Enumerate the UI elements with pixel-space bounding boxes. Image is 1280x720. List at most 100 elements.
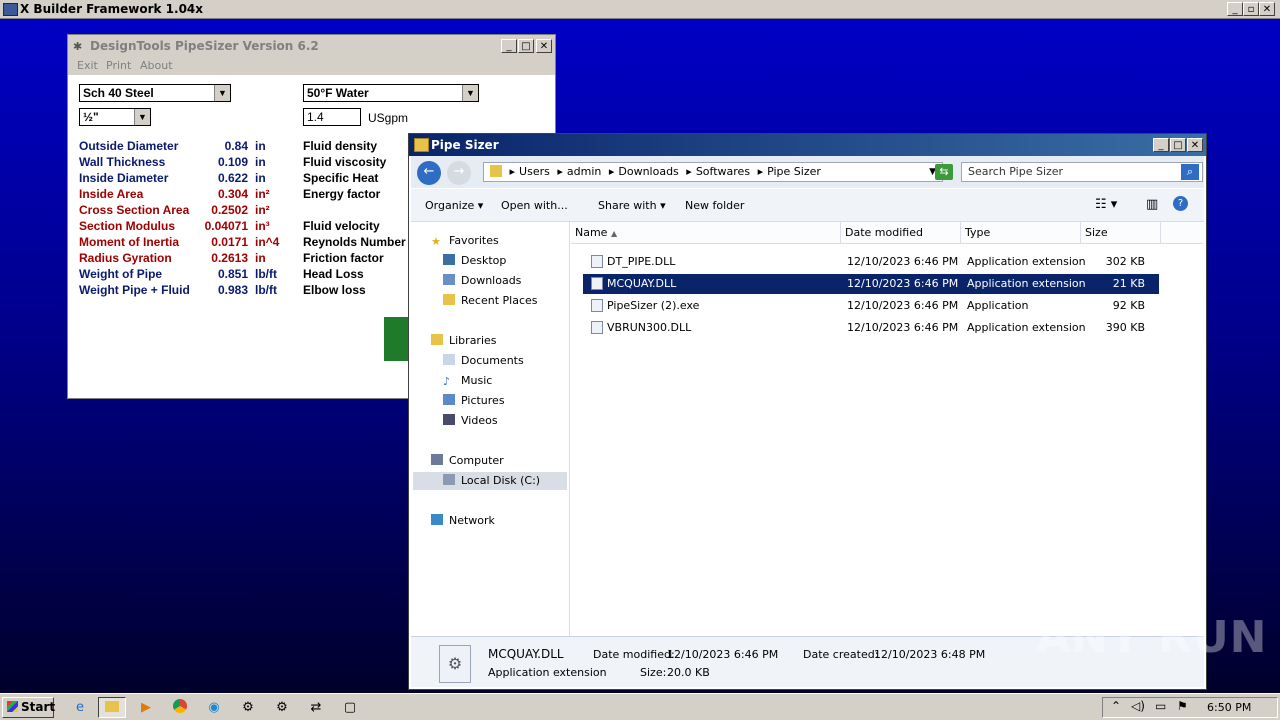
volume-icon[interactable]: ◁) bbox=[1131, 699, 1145, 713]
file-date-modified: 12/10/2023 6:46 PM bbox=[847, 321, 959, 334]
file-row[interactable]: VBRUN300.DLL 12/10/2023 6:46 PM Applicatio… bbox=[583, 318, 1159, 338]
open-with-button[interactable]: Open with... bbox=[501, 199, 568, 212]
file-type: Application bbox=[967, 299, 1029, 312]
property-value: 0.109 bbox=[217, 155, 248, 169]
nav-music[interactable]: ♪ Music bbox=[443, 372, 492, 390]
file-row[interactable]: DT_PIPE.DLL 12/10/2023 6:46 PM Application… bbox=[583, 252, 1159, 272]
nav-pictures[interactable]: Pictures bbox=[443, 392, 505, 410]
clock[interactable]: 6:50 PM bbox=[1207, 701, 1251, 714]
libraries-icon bbox=[431, 334, 443, 345]
breadcrumb-admin[interactable]: admin bbox=[567, 165, 601, 178]
fluid-select[interactable]: 50°F Water ▼ bbox=[303, 84, 479, 102]
preview-pane-icon[interactable]: ▥ bbox=[1146, 197, 1158, 212]
nav-network[interactable]: Network bbox=[431, 512, 495, 530]
breadcrumb-users[interactable]: Users bbox=[519, 165, 550, 178]
property-label: Inside Area bbox=[79, 187, 144, 201]
start-button[interactable]: Start bbox=[2, 697, 55, 718]
details-date-modified-label: Date modified: bbox=[593, 648, 675, 661]
app-title-bar: X Builder Framework 1.04x _ ▫ ✕ bbox=[0, 0, 1280, 19]
search-input[interactable]: Search Pipe Sizer bbox=[961, 162, 1203, 182]
help-icon[interactable]: ? bbox=[1173, 196, 1188, 211]
ie-icon[interactable]: e bbox=[66, 697, 94, 718]
property-unit: in bbox=[255, 155, 266, 169]
forward-arrow-icon[interactable]: → bbox=[447, 161, 471, 185]
refresh-icon[interactable]: ⇆ bbox=[935, 164, 953, 180]
file-type: Application extension bbox=[967, 321, 1086, 334]
nav-downloads[interactable]: Downloads bbox=[443, 272, 521, 290]
breadcrumb-pipe-sizer[interactable]: Pipe Sizer bbox=[767, 165, 821, 178]
pipe-size-select[interactable]: ½" ▼ bbox=[79, 108, 151, 126]
folder-icon bbox=[490, 165, 502, 177]
column-header-size[interactable]: Size bbox=[1081, 222, 1161, 244]
property-value: 0.622 bbox=[217, 171, 248, 185]
file-row[interactable]: PipeSizer (2).exe 12/10/2023 6:46 PM Appli… bbox=[583, 296, 1159, 316]
pipesizer-maximize-button[interactable]: □ bbox=[518, 39, 534, 53]
property-value: 0.0171 bbox=[211, 235, 248, 249]
nav-documents[interactable]: Documents bbox=[443, 352, 524, 370]
computer-icon bbox=[431, 454, 443, 465]
menu-print[interactable]: Print bbox=[106, 59, 131, 72]
pipesizer-close-button[interactable]: ✕ bbox=[536, 39, 552, 53]
explorer-close-button[interactable]: ✕ bbox=[1187, 138, 1203, 152]
pipesizer-icon: ✱ bbox=[73, 40, 83, 53]
column-header-type[interactable]: Type bbox=[961, 222, 1081, 244]
tray-expand-icon[interactable]: ⌃ bbox=[1111, 699, 1121, 713]
app-taskbar-icon-1[interactable]: ⚙ bbox=[234, 697, 262, 718]
chevron-down-icon[interactable]: ▼ bbox=[134, 109, 150, 125]
nav-desktop[interactable]: Desktop bbox=[443, 252, 506, 270]
chevron-down-icon[interactable]: ▼ bbox=[462, 85, 478, 101]
chrome-icon[interactable] bbox=[166, 697, 194, 718]
app-taskbar-icon-2[interactable]: ⚙ bbox=[268, 697, 296, 718]
column-header-spacer bbox=[1161, 222, 1203, 244]
menu-exit[interactable]: Exit bbox=[77, 59, 98, 72]
nav-favorites[interactable]: ★ Favorites bbox=[431, 232, 499, 250]
pipesizer-minimize-button[interactable]: _ bbox=[501, 39, 517, 53]
minimize-button[interactable]: _ bbox=[1227, 2, 1243, 16]
fluid-property-label: Specific Heat bbox=[303, 171, 379, 185]
flag-icon[interactable]: ⚑ bbox=[1177, 699, 1188, 713]
details-size-label: Size: bbox=[640, 666, 667, 679]
network-tray-icon[interactable]: ▭ bbox=[1155, 699, 1166, 713]
breadcrumb[interactable]: ▸ Users ▸ admin ▸ Downloads ▸ Softwares ▸ Pip… bbox=[483, 162, 943, 182]
nav-recent-places[interactable]: Recent Places bbox=[443, 292, 538, 310]
column-header-date[interactable]: Date modified bbox=[841, 222, 961, 244]
organize-button[interactable]: Organize ▾ bbox=[425, 199, 483, 212]
share-with-button[interactable]: Share with ▾ bbox=[598, 199, 666, 212]
nav-videos[interactable]: Videos bbox=[443, 412, 498, 430]
details-size: 20.0 KB bbox=[667, 666, 710, 679]
flow-input[interactable]: 1.4 bbox=[303, 108, 361, 126]
media-player-icon[interactable]: ▶ bbox=[132, 697, 160, 718]
view-options-icon[interactable]: ☷ ▾ bbox=[1095, 197, 1117, 212]
property-unit: in³ bbox=[255, 219, 270, 233]
edge-icon[interactable]: ◉ bbox=[200, 697, 228, 718]
menu-about[interactable]: About bbox=[140, 59, 173, 72]
pipesizer-title: DesignTools PipeSizer Version 6.2 bbox=[90, 39, 319, 53]
close-button[interactable]: ✕ bbox=[1259, 2, 1275, 16]
property-unit: in bbox=[255, 171, 266, 185]
explorer-title: Pipe Sizer bbox=[431, 138, 499, 152]
column-header-name[interactable]: Name ▲ bbox=[571, 222, 841, 244]
nav-computer[interactable]: Computer bbox=[431, 452, 504, 470]
explorer-taskbar-icon[interactable] bbox=[98, 697, 126, 718]
property-label: Inside Diameter bbox=[79, 171, 169, 185]
fluid-property-label: Friction factor bbox=[303, 251, 384, 265]
property-unit: lb/ft bbox=[255, 267, 277, 281]
explorer-minimize-button[interactable]: _ bbox=[1153, 138, 1169, 152]
file-row[interactable]: MCQUAY.DLL 12/10/2023 6:46 PM Application … bbox=[583, 274, 1159, 294]
property-label: Wall Thickness bbox=[79, 155, 166, 169]
breadcrumb-downloads[interactable]: Downloads bbox=[618, 165, 678, 178]
search-icon[interactable]: ⌕ bbox=[1181, 164, 1199, 180]
new-folder-button[interactable]: New folder bbox=[685, 199, 744, 212]
restore-button[interactable]: ▫ bbox=[1243, 2, 1259, 16]
app-taskbar-icon-3[interactable]: ⇄ bbox=[302, 697, 330, 718]
file-date-modified: 12/10/2023 6:46 PM bbox=[847, 299, 959, 312]
breadcrumb-softwares[interactable]: Softwares bbox=[696, 165, 750, 178]
app-taskbar-icon-4[interactable]: ▢ bbox=[336, 697, 364, 718]
pipe-type-select[interactable]: Sch 40 Steel ▼ bbox=[79, 84, 231, 102]
explorer-maximize-button[interactable]: □ bbox=[1170, 138, 1186, 152]
nav-local-disk[interactable]: Local Disk (C:) bbox=[413, 472, 567, 490]
nav-libraries[interactable]: Libraries bbox=[431, 332, 497, 350]
explorer-title-bar: Pipe Sizer _ □ ✕ bbox=[409, 134, 1206, 156]
back-arrow-icon[interactable]: ← bbox=[417, 161, 441, 185]
chevron-down-icon[interactable]: ▼ bbox=[214, 85, 230, 101]
